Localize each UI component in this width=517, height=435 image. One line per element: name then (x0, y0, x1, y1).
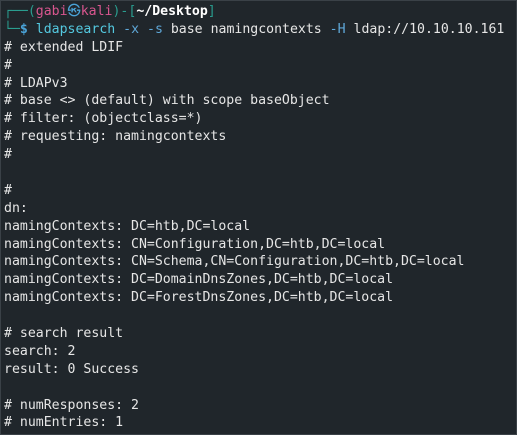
output-line: # search result (4, 326, 124, 342)
prompt-bottom-corner: └─ (4, 21, 20, 37)
prompt-close-bracket: ] (207, 4, 216, 19)
command-name: ldapsearch (35, 21, 116, 37)
prompt-open-corner: ┌──( (4, 4, 36, 19)
command-arg-attribute: namingcontexts (210, 21, 322, 37)
output-line: # LDAPv3 (4, 75, 68, 91)
output-line: # (4, 182, 12, 198)
output-line: namingContexts: DC=DomainDnsZones,DC=htb… (4, 272, 394, 288)
prompt-separator: )-[ (112, 4, 137, 19)
output-line: result: 0 Success (4, 361, 139, 377)
output-line: namingContexts: DC=ForestDnsZones,DC=htb… (4, 290, 394, 306)
command-arg-scope: base (170, 21, 203, 37)
prompt-line: ┌──(gabi㉿kali)-[~/Desktop] (4, 3, 516, 21)
output-line: # filter: (objectclass=*) (4, 111, 203, 127)
output-line: # numResponses: 2 (4, 397, 139, 413)
prompt-user: gabi (35, 4, 68, 19)
prompt-dollar: $ (19, 21, 28, 37)
output-line: # numEntries: 1 (4, 415, 124, 431)
output-line: namingContexts: CN=Configuration,DC=htb,… (4, 236, 386, 252)
output-line: # (4, 57, 12, 73)
terminal-window[interactable]: ┌──(gabi㉿kali)-[~/Desktop] └─$ ldapsearc… (0, 0, 517, 435)
command-flag-x: -x (123, 21, 140, 37)
output-line: namingContexts: CN=Schema,CN=Configurati… (4, 254, 465, 270)
prompt-cwd: ~/Desktop (136, 4, 208, 19)
output-line: dn: (4, 200, 28, 216)
output-line: search: 2 (4, 343, 76, 359)
output-line: # extended LDIF (4, 39, 124, 55)
output-line: # base <> (default) with scope baseObjec… (4, 93, 330, 109)
prompt-host: kali (80, 4, 113, 19)
output-line: namingContexts: DC=htb,DC=local (4, 218, 251, 234)
output-line: # requesting: namingcontexts (4, 129, 227, 145)
command-flag-h: -H (329, 21, 346, 37)
command-line[interactable]: └─$ ldapsearch -x -s base namingcontexts… (4, 21, 516, 39)
command-arg-uri: ldap://10.10.10.161 (353, 21, 505, 37)
output-line: # (4, 147, 12, 163)
command-flag-s: -s (147, 21, 163, 37)
prompt-at-symbol: ㉿ (67, 4, 81, 19)
